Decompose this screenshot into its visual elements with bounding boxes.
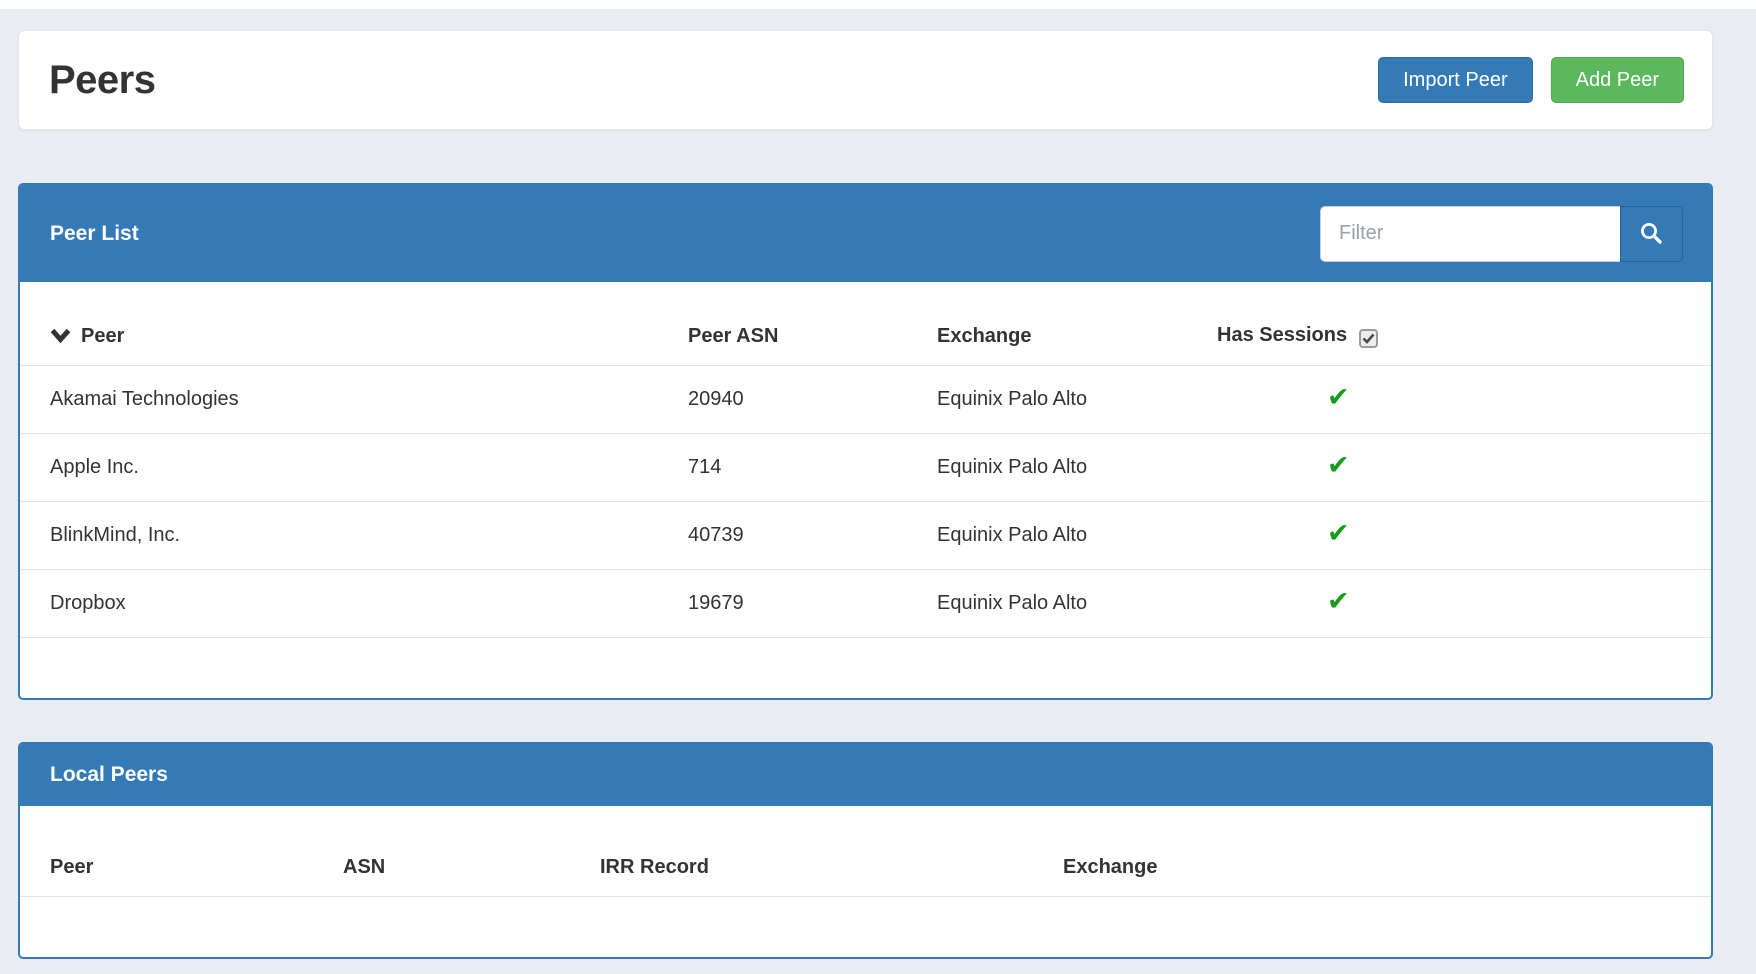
column-header-peer[interactable]: Peer xyxy=(20,282,680,366)
peer-list-bottom-space xyxy=(20,638,1711,698)
header-buttons: Import Peer Add Peer xyxy=(1378,57,1684,103)
local-peers-body: Peer ASN IRR Record Exchange xyxy=(20,806,1711,957)
filter-group xyxy=(1320,206,1683,262)
session-active-check-icon: ✔ xyxy=(1327,590,1350,613)
has-sessions-cell: ✔ xyxy=(1209,366,1711,434)
peer-name-cell: Akamai Technologies xyxy=(20,366,680,434)
session-active-check-icon: ✔ xyxy=(1327,386,1350,409)
checkbox-check-icon xyxy=(1362,333,1375,344)
peer-asn-cell: 19679 xyxy=(680,570,929,638)
local-peers-heading: Local Peers xyxy=(20,744,1711,806)
peers-page: Peers Import Peer Add Peer Peer List xyxy=(0,0,1756,974)
peer-row[interactable]: BlinkMind, Inc.40739Equinix Palo Alto ✔ xyxy=(20,502,1711,570)
session-active-check-icon: ✔ xyxy=(1327,454,1350,477)
exchange-cell: Equinix Palo Alto xyxy=(929,502,1209,570)
peer-name-cell: Dropbox xyxy=(20,570,680,638)
local-peers-panel: Local Peers Peer ASN IRR Record Exchange xyxy=(18,742,1713,959)
column-header-local-exchange: Exchange xyxy=(1055,806,1711,897)
exchange-cell: Equinix Palo Alto xyxy=(929,366,1209,434)
import-peer-button[interactable]: Import Peer xyxy=(1378,57,1532,103)
peer-list-table: Peer Peer ASN Exchange Has Sessions xyxy=(20,282,1711,638)
session-active-check-icon: ✔ xyxy=(1327,522,1350,545)
page-header: Peers Import Peer Add Peer xyxy=(18,30,1713,130)
column-header-local-asn: ASN xyxy=(335,806,592,897)
exchange-cell: Equinix Palo Alto xyxy=(929,570,1209,638)
peer-name-cell: Apple Inc. xyxy=(20,434,680,502)
has-sessions-cell: ✔ xyxy=(1209,570,1711,638)
peer-row[interactable]: Apple Inc.714Equinix Palo Alto ✔ xyxy=(20,434,1711,502)
local-peers-table: Peer ASN IRR Record Exchange xyxy=(20,806,1711,897)
peer-list-header-row: Peer Peer ASN Exchange Has Sessions xyxy=(20,282,1711,366)
page-title: Peers xyxy=(49,58,155,103)
has-sessions-cell: ✔ xyxy=(1209,502,1711,570)
peer-row[interactable]: Dropbox19679Equinix Palo Alto ✔ xyxy=(20,570,1711,638)
peer-list-panel: Peer List xyxy=(18,183,1713,700)
chevron-down-icon xyxy=(50,328,71,343)
local-peers-bottom-space xyxy=(20,897,1711,957)
peer-asn-cell: 714 xyxy=(680,434,929,502)
column-header-peer-asn: Peer ASN xyxy=(680,282,929,366)
peer-row[interactable]: Akamai Technologies20940Equinix Palo Alt… xyxy=(20,366,1711,434)
has-sessions-cell: ✔ xyxy=(1209,434,1711,502)
peer-list-tbody: Akamai Technologies20940Equinix Palo Alt… xyxy=(20,366,1711,638)
peer-list-heading: Peer List xyxy=(20,185,1711,282)
peer-asn-cell: 40739 xyxy=(680,502,929,570)
column-header-local-peer: Peer xyxy=(20,806,335,897)
peer-asn-cell: 20940 xyxy=(680,366,929,434)
filter-input[interactable] xyxy=(1320,206,1620,262)
local-peers-header-row: Peer ASN IRR Record Exchange xyxy=(20,806,1711,897)
column-header-has-sessions-label: Has Sessions xyxy=(1217,324,1347,346)
peer-name-cell: BlinkMind, Inc. xyxy=(20,502,680,570)
column-header-local-irr-record: IRR Record xyxy=(592,806,1055,897)
search-icon xyxy=(1639,221,1664,246)
search-button[interactable] xyxy=(1620,206,1683,262)
exchange-cell: Equinix Palo Alto xyxy=(929,434,1209,502)
add-peer-button[interactable]: Add Peer xyxy=(1551,57,1684,103)
column-header-peer-label: Peer xyxy=(81,325,124,347)
column-header-exchange: Exchange xyxy=(929,282,1209,366)
column-header-has-sessions: Has Sessions xyxy=(1209,282,1711,366)
local-peers-title: Local Peers xyxy=(50,763,168,787)
peer-list-title: Peer List xyxy=(50,222,139,246)
has-sessions-filter-checkbox[interactable] xyxy=(1359,329,1378,348)
top-navbar-edge xyxy=(0,0,1756,9)
peer-list-body: Peer Peer ASN Exchange Has Sessions xyxy=(20,282,1711,698)
